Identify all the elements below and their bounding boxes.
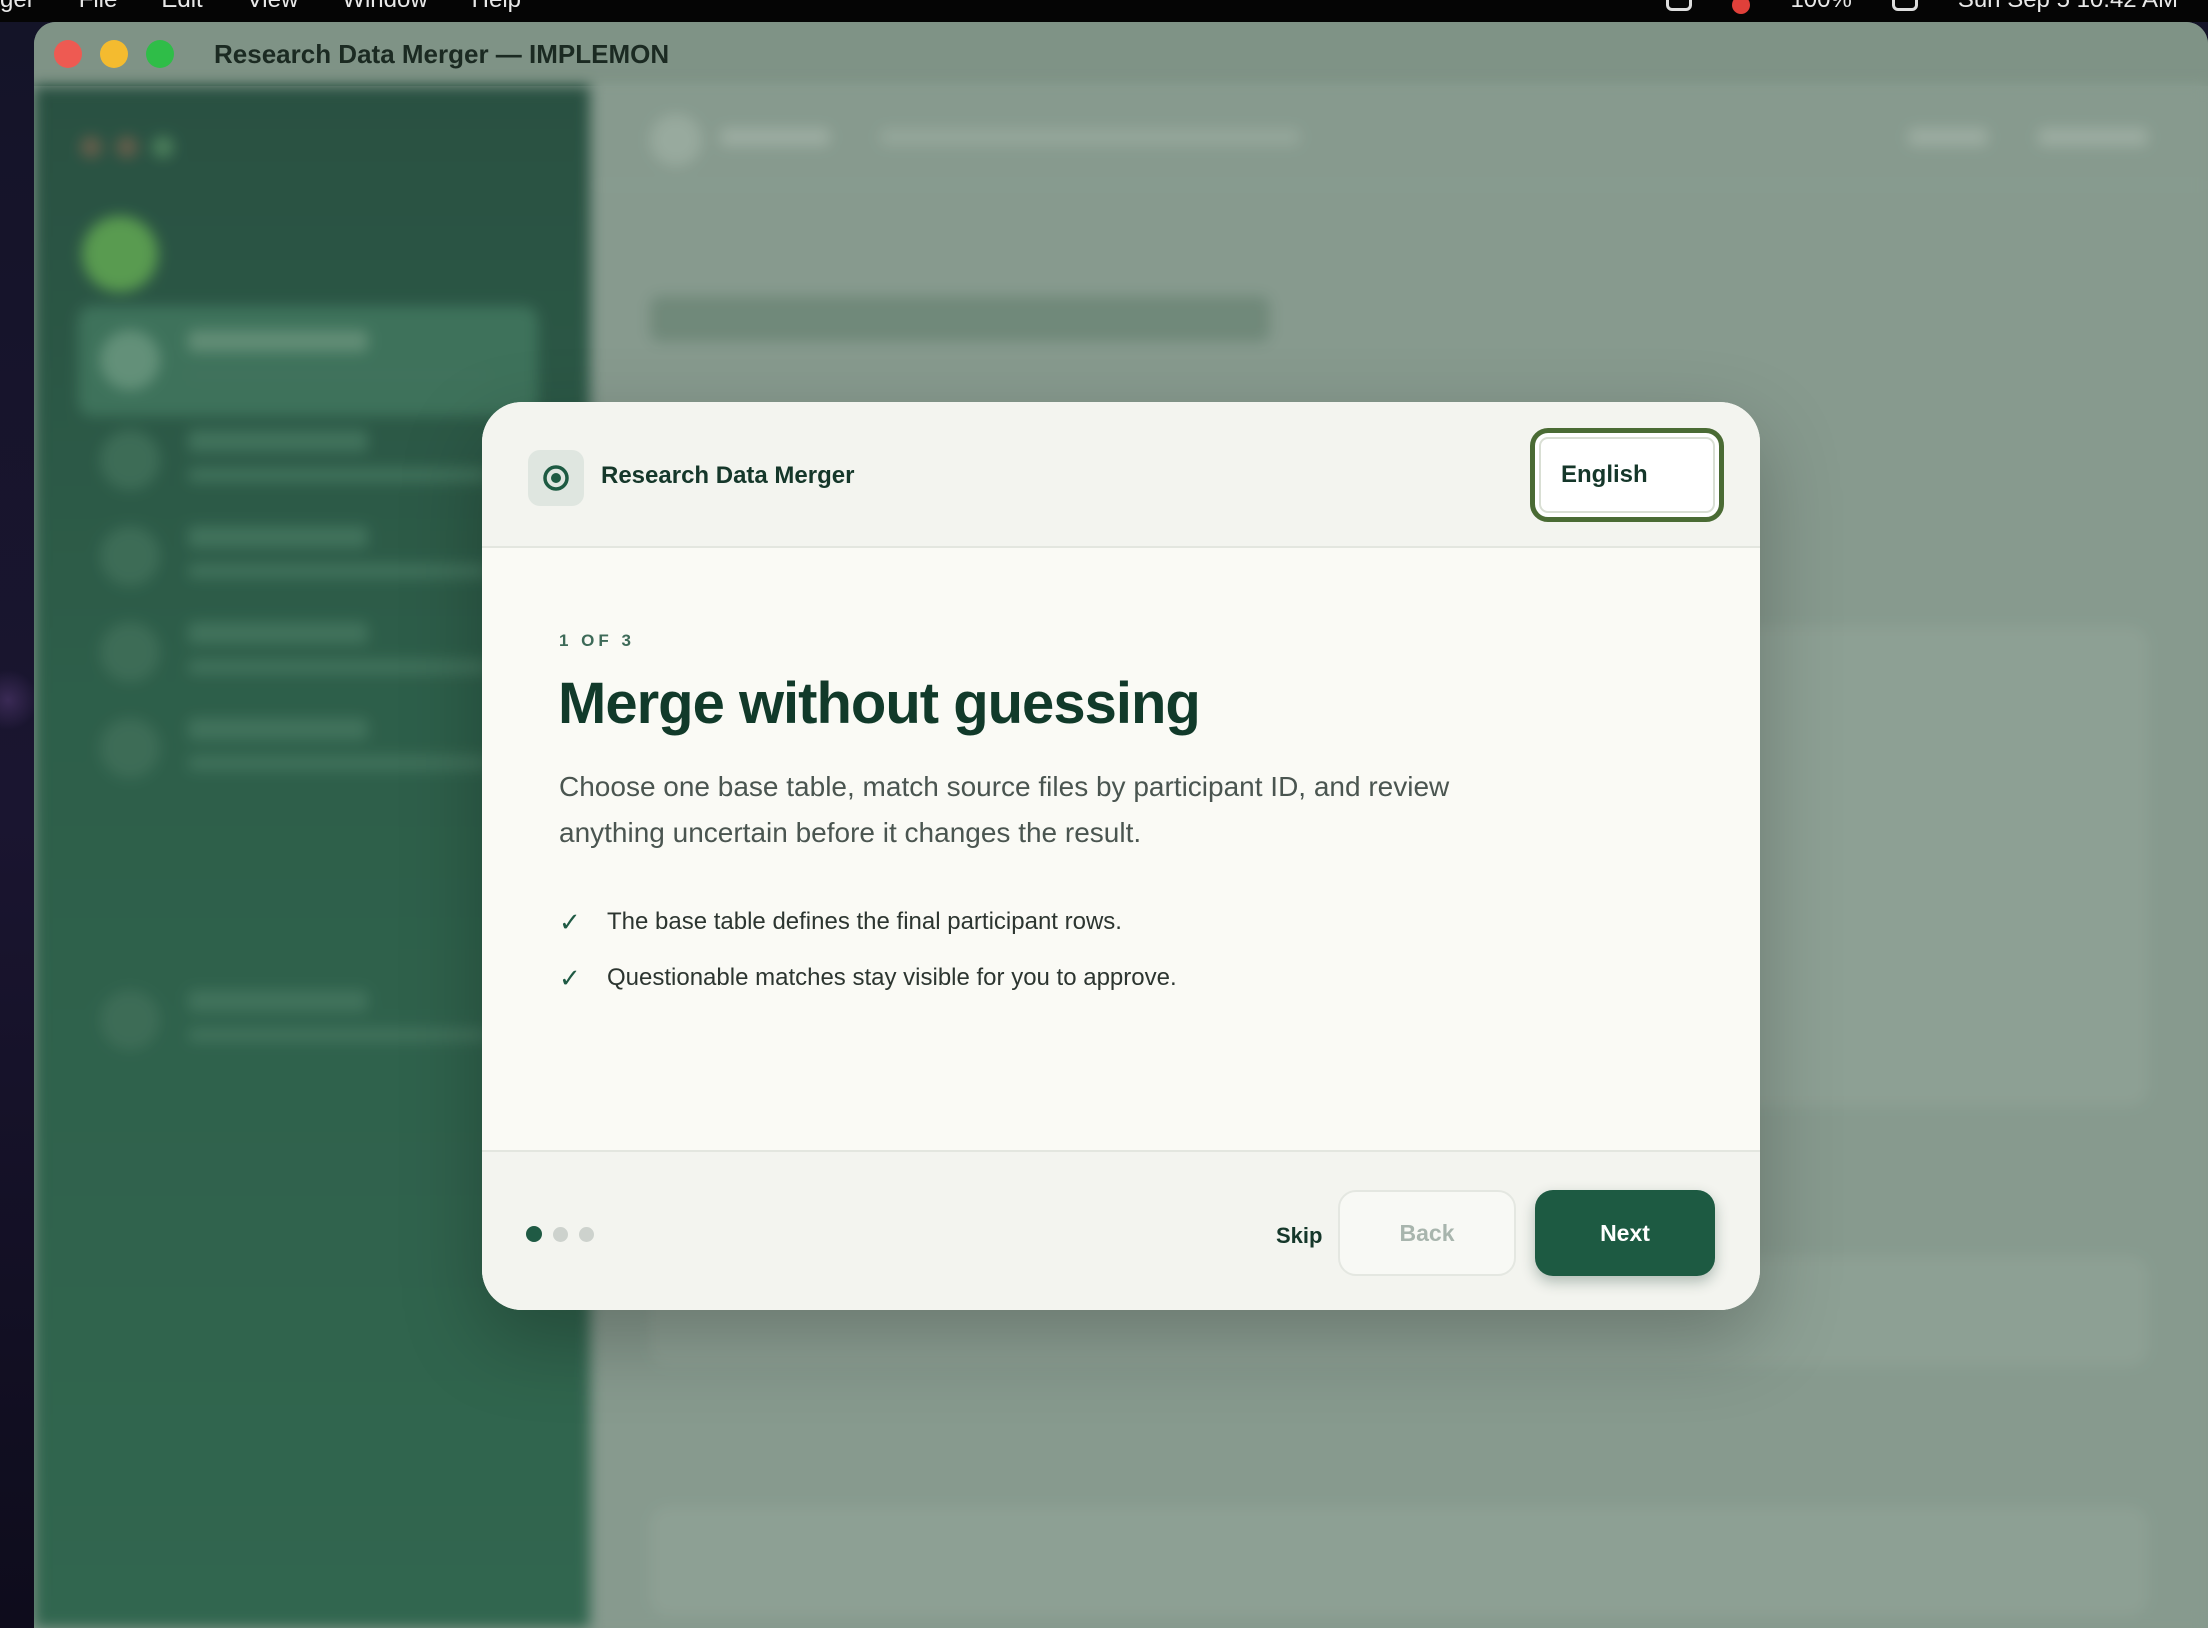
menu-app-name[interactable]: ger	[0, 0, 35, 14]
checkmark-icon: ✓	[559, 906, 581, 937]
menu-view[interactable]: View	[247, 0, 299, 14]
back-button[interactable]: Back	[1338, 1190, 1516, 1276]
list-item: ✓ Questionable matches stay visible for …	[559, 950, 1177, 1006]
checkmark-icon: ✓	[559, 962, 581, 993]
feature-list: ✓ The base table defines the final parti…	[559, 894, 1177, 1006]
list-item: ✓ The base table defines the final parti…	[559, 894, 1177, 950]
dialog-app-name: Research Data Merger	[601, 462, 855, 489]
page-dot-2[interactable]	[553, 1226, 568, 1242]
next-button[interactable]: Next	[1535, 1190, 1715, 1276]
dialog-footer: Skip Back Next	[482, 1150, 1760, 1310]
mic-muted-icon[interactable]	[1732, 0, 1751, 14]
status-icon[interactable]	[1666, 0, 1693, 11]
battery-percent[interactable]: 100%	[1790, 0, 1851, 14]
page-dot-3[interactable]	[579, 1226, 594, 1242]
menu-file[interactable]: File	[79, 0, 118, 14]
dialog-header: Research Data Merger English	[482, 402, 1760, 548]
skip-button[interactable]: Skip	[1276, 1214, 1322, 1258]
dialog-description: Choose one base table, match source file…	[559, 771, 1450, 848]
control-center-icon[interactable]	[1891, 0, 1918, 11]
window-controls	[54, 40, 174, 68]
menu-edit[interactable]: Edit	[161, 0, 202, 14]
language-select[interactable]: English	[1530, 428, 1724, 522]
step-indicator: 1 OF 3	[559, 631, 635, 650]
minimize-window-button[interactable]	[100, 40, 128, 68]
page-dot-1[interactable]	[526, 1226, 542, 1242]
menu-bar: ger File Edit View Window Help 100% Sun …	[0, 0, 2208, 22]
menu-clock[interactable]: Sun Sep 5 10:42 AM	[1958, 0, 2178, 14]
pagination-dots	[526, 1226, 594, 1242]
language-selected-value: English	[1561, 461, 1648, 488]
menu-window[interactable]: Window	[342, 0, 427, 14]
zoom-window-button[interactable]	[146, 40, 174, 68]
window-title: Research Data Merger — IMPLEMON	[214, 38, 670, 69]
dialog-title: Merge without guessing	[558, 671, 1201, 736]
close-window-button[interactable]	[54, 40, 82, 68]
onboarding-dialog: Research Data Merger English 1 OF 3 Merg…	[482, 402, 1760, 1310]
menu-help[interactable]: Help	[472, 0, 521, 14]
app-logo-icon	[528, 450, 584, 506]
window-titlebar: Research Data Merger — IMPLEMON	[34, 22, 2208, 86]
list-item-text: Questionable matches stay visible for yo…	[607, 964, 1177, 991]
list-item-text: The base table defines the final partici…	[607, 908, 1122, 935]
